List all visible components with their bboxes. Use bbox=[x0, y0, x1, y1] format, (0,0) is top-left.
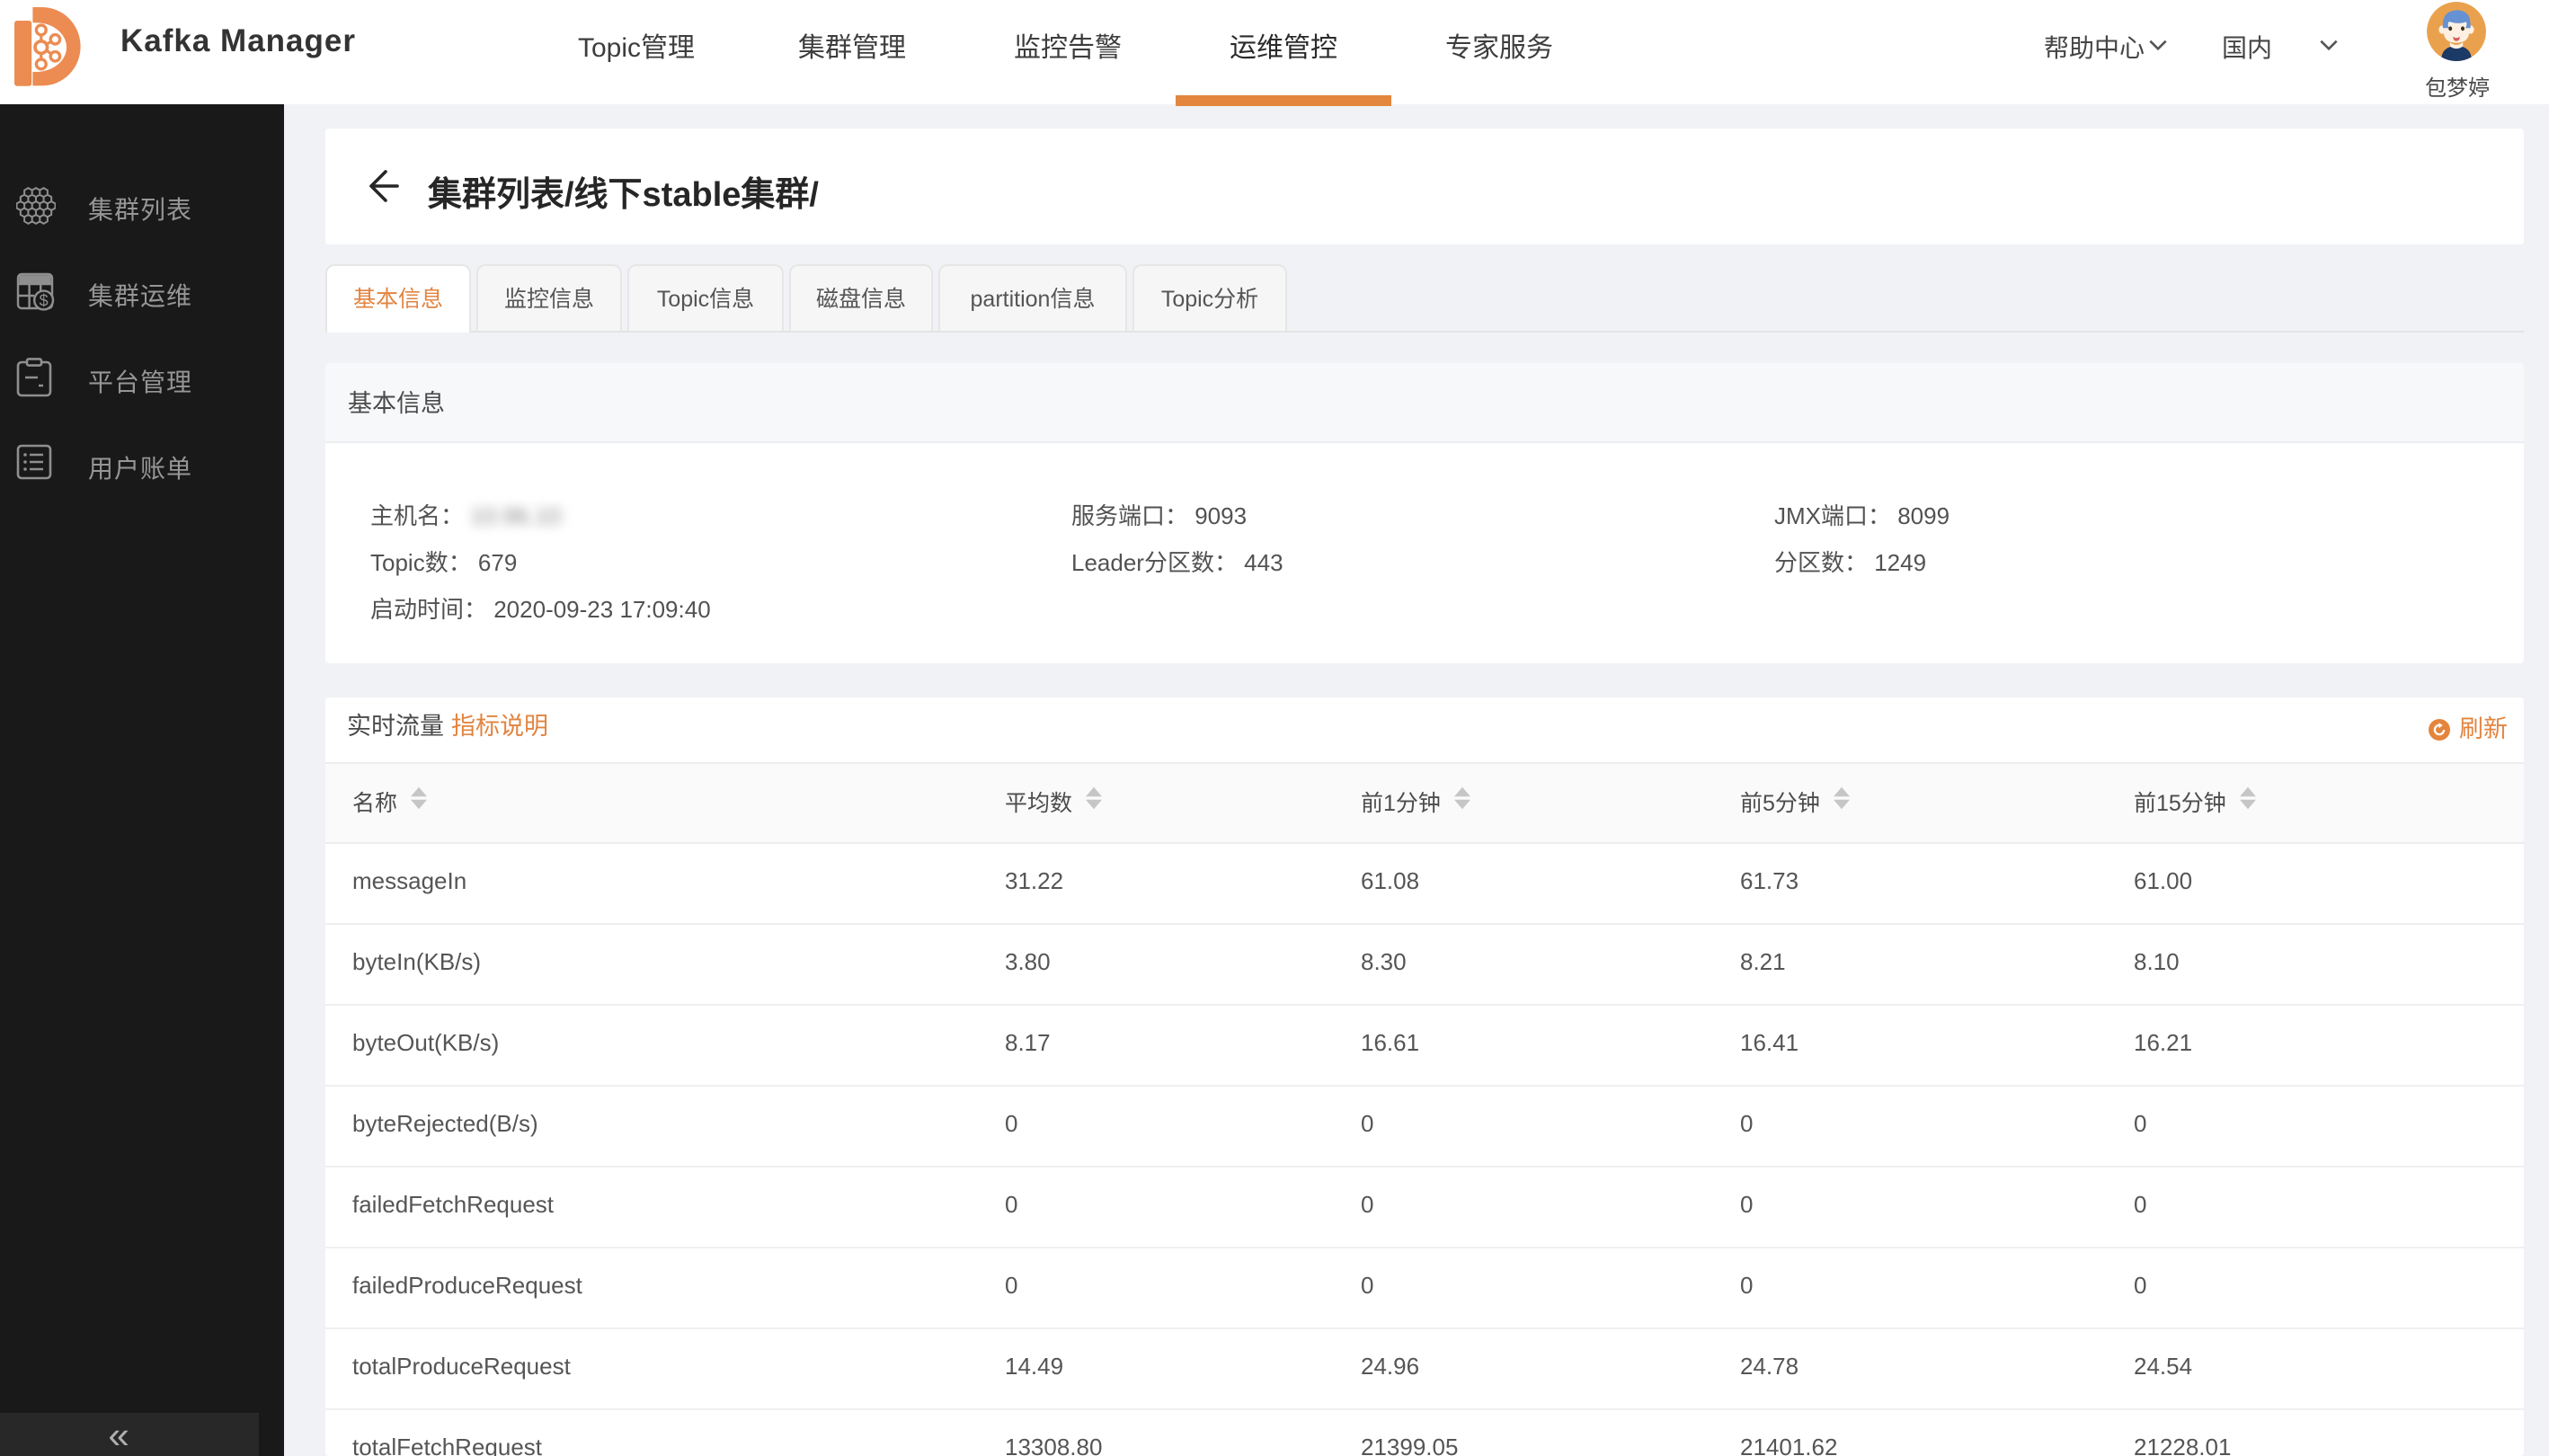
svg-text:$: $ bbox=[40, 292, 49, 310]
